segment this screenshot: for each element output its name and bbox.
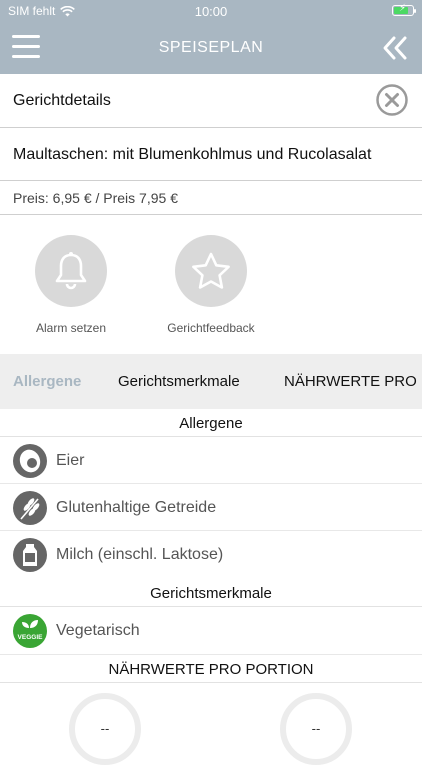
- action-area: Alarm setzen Gerichtfeedback: [0, 215, 422, 355]
- dish-name: Maultaschen: mit Blumenkohlmus und Rucol…: [13, 146, 372, 163]
- veggie-badge-text: VEGGIE: [18, 634, 44, 641]
- feature-label: Vegetarisch: [56, 622, 140, 639]
- alarm-button[interactable]: Alarm setzen: [11, 235, 131, 335]
- double-chevron-left-icon[interactable]: [380, 34, 410, 62]
- battery-icon: ⚡: [392, 3, 416, 16]
- tab-allergene[interactable]: Allergene: [13, 373, 81, 390]
- nutrition-value: --: [311, 721, 321, 736]
- veggie-icon: VEGGIE: [13, 614, 47, 648]
- status-bar: SIM fehlt 10:00 ⚡: [0, 0, 422, 22]
- detail-header-label: Gerichtdetails: [13, 92, 111, 109]
- nutrition-value: --: [100, 721, 110, 736]
- page-title: SPEISEPLAN: [158, 39, 264, 56]
- star-icon: [192, 252, 230, 289]
- list-item: Milch (einschl. Laktose): [0, 531, 422, 578]
- alarm-circle[interactable]: [35, 235, 107, 307]
- clock: 10:00: [194, 4, 228, 19]
- nav-bar: SPEISEPLAN: [0, 22, 422, 74]
- list-item: VEGGIE Vegetarisch: [0, 607, 422, 655]
- grain-icon: [13, 491, 47, 525]
- alarm-caption: Alarm setzen: [35, 321, 107, 335]
- feedback-caption: Gerichtfeedback: [167, 321, 255, 335]
- price-row: Preis: 6,95 € / Preis 7,95 €: [0, 181, 422, 215]
- tab-bar: Allergene Gerichtsmerkmale NÄHRWERTE PRO…: [0, 354, 422, 409]
- feedback-circle[interactable]: [175, 235, 247, 307]
- dish-name-row: Maultaschen: mit Blumenkohlmus und Rucol…: [0, 128, 422, 181]
- tab-gerichtsmerkmale[interactable]: Gerichtsmerkmale: [118, 373, 240, 390]
- detail-header: Gerichtdetails: [0, 74, 422, 128]
- nutrition-gauge: --: [69, 693, 141, 765]
- list-item: Glutenhaltige Getreide: [0, 484, 422, 531]
- section-title-gerichtsmerkmale: Gerichtsmerkmale: [0, 579, 422, 607]
- section-title-allergene: Allergene: [0, 409, 422, 437]
- allergen-label: Glutenhaltige Getreide: [56, 499, 217, 516]
- list-item: Eier: [0, 437, 422, 484]
- milk-icon: [13, 538, 47, 572]
- allergen-label: Milch (einschl. Laktose): [56, 546, 224, 563]
- close-icon[interactable]: [376, 84, 408, 116]
- allergen-label: Eier: [56, 452, 85, 469]
- nutrition-gauge: --: [280, 693, 352, 765]
- tab-naehrwerte[interactable]: NÄHRWERTE PRO PORTION: [284, 373, 422, 390]
- egg-icon: [13, 444, 47, 478]
- price-text: Preis: 6,95 € / Preis 7,95 €: [13, 190, 178, 206]
- feedback-button[interactable]: Gerichtfeedback: [151, 235, 271, 335]
- bell-icon: [55, 252, 87, 290]
- section-title-naehrwerte: NÄHRWERTE PRO PORTION: [0, 655, 422, 683]
